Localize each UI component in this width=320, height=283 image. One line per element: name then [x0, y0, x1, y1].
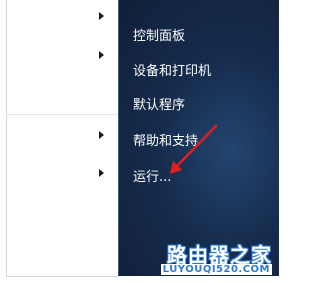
left-submenu-item-4[interactable]	[6, 161, 118, 185]
watermark: 路由器之家 LUYOUQI520.COM	[156, 239, 276, 281]
left-submenu-item-3[interactable]	[6, 123, 118, 147]
menu-item-help-support[interactable]: 帮助和支持	[133, 134, 198, 150]
submenu-arrow-icon	[99, 12, 104, 20]
submenu-arrow-icon	[99, 169, 104, 177]
menu-item-run[interactable]: 运行...	[133, 170, 171, 186]
start-menu-right-pane: 控制面板 设备和打印机 默认程序 帮助和支持 运行...	[118, 0, 279, 276]
left-submenu-item-2[interactable]	[6, 43, 118, 67]
left-pane-divider	[6, 114, 118, 115]
menu-item-default-programs[interactable]: 默认程序	[133, 98, 185, 114]
menu-item-control-panel[interactable]: 控制面板	[133, 29, 185, 45]
left-submenu-item-1[interactable]	[6, 4, 118, 28]
watermark-url: LUYOUQI520.COM	[160, 264, 272, 275]
screenshot-frame: 控制面板 设备和打印机 默认程序 帮助和支持 运行... 路由器之家 LUYOU…	[0, 0, 279, 283]
submenu-arrow-icon	[99, 131, 104, 139]
menu-item-devices-printers[interactable]: 设备和打印机	[133, 64, 211, 80]
submenu-arrow-icon	[99, 51, 104, 59]
